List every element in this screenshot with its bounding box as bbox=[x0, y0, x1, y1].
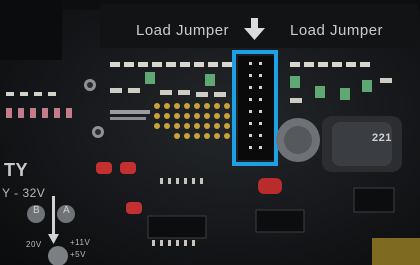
voltage-arrow-icon bbox=[48, 196, 59, 244]
inductor-code-label: 221 bbox=[372, 132, 392, 144]
label-a: A bbox=[63, 205, 71, 216]
load-jumper-label-left: Load Jumper bbox=[136, 22, 230, 39]
label-plus-11v: +11V bbox=[70, 238, 91, 247]
power-inductor bbox=[322, 116, 402, 172]
electrolytic-capacitor bbox=[276, 118, 320, 162]
silkscreen-note-line bbox=[110, 110, 150, 114]
ty-label: TY bbox=[4, 160, 29, 180]
ic-chips bbox=[147, 187, 395, 239]
power-logo-icon bbox=[48, 246, 68, 265]
label-b: B bbox=[33, 205, 41, 216]
label-plus-5v: +5V bbox=[70, 250, 86, 259]
label-20v: 20V bbox=[26, 240, 42, 249]
red-capacitors bbox=[96, 162, 282, 214]
yellow-transformer bbox=[372, 238, 420, 265]
gold-pad-array bbox=[154, 103, 230, 139]
left-module bbox=[0, 0, 62, 60]
load-jumper-label-right: Load Jumper bbox=[290, 22, 384, 39]
pcb-photo: Load Jumper Load Jumper TY Y - 32V B A 2… bbox=[0, 0, 420, 265]
voltage-range-label: Y - 32V bbox=[2, 186, 46, 200]
red-leds-left bbox=[6, 108, 72, 118]
pcb-board bbox=[0, 0, 420, 265]
jumper-pin-header bbox=[238, 56, 274, 160]
